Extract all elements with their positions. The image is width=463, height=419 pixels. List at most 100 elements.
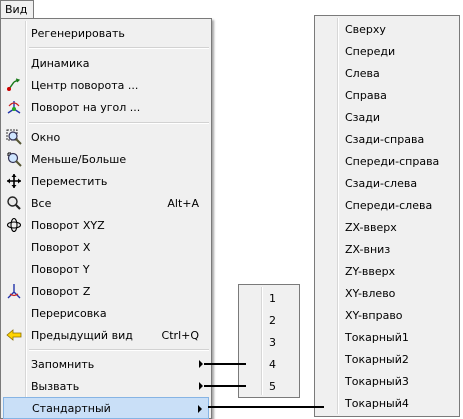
view-item-zy-up[interactable]: ZY-вверх [317,260,457,282]
view-item-back-left[interactable]: Сзади-слева [317,172,457,194]
menu-item-label: Поворот Y [31,262,90,276]
view-item-label: XY-вправо [345,308,403,322]
view-item-label: Слева [345,66,380,80]
menu-item-label: Переместить [31,174,108,188]
zoom-all-icon [7,196,21,210]
view-menu: Регенерировать Динамика Центр поворота .… [0,18,212,419]
menu-item-label: Регенерировать [31,26,125,40]
zoom-in-out-icon [7,152,22,167]
menu-separator [29,47,209,49]
menubar-view-label: Вид [5,3,28,16]
menu-item-rotate-y[interactable]: Поворот Y [3,258,209,280]
view-item-label: Спереди-слева [345,198,433,212]
slot-item-5[interactable]: 5 [241,375,297,397]
center-rotation-icon [7,78,21,91]
menu-item-redraw[interactable]: Перерисовка [3,302,209,324]
view-item-label: ZX-вниз [345,242,391,256]
menu-item-label: Динамика [31,56,90,70]
slot-item-label: 2 [269,313,276,327]
connector-line-standard [208,406,324,408]
previous-view-arrow-icon [6,329,22,341]
menu-item-shortcut: Alt+A [167,196,199,210]
pan-move-icon [7,174,21,188]
menu-item-label: Запомнить [31,357,95,371]
menu-separator [29,349,209,351]
menu-item-zoom-in-out[interactable]: Меньше/Больше [3,148,209,170]
menu-item-rotate-x[interactable]: Поворот X [3,236,209,258]
rotate-angle-icon [7,101,21,114]
view-item-top[interactable]: Сверху [317,18,457,40]
view-item-zx-down[interactable]: ZX-вниз [317,238,457,260]
slot-item-4[interactable]: 4 [241,353,297,375]
slot-item-2[interactable]: 2 [241,309,297,331]
view-item-label: Токарный1 [345,330,409,344]
view-item-label: Токарный3 [345,374,409,388]
menu-item-label: Предыдущий вид [31,328,133,342]
view-item-label: Сзади-справа [345,132,425,146]
menu-item-rotate-z[interactable]: Поворот Z [3,280,209,302]
view-item-label: Спереди [345,44,396,58]
menu-item-pan[interactable]: Переместить [3,170,209,192]
view-item-label: Справа [345,88,387,102]
view-item-front-right[interactable]: Спереди-справа [317,150,457,172]
slots-submenu: 1 2 3 4 5 [238,284,300,398]
slot-item-3[interactable]: 3 [241,331,297,353]
menu-item-label: Окно [31,130,61,144]
slot-item-1[interactable]: 1 [241,287,297,309]
view-item-back-right[interactable]: Сзади-справа [317,128,457,150]
menu-item-label: Меньше/Больше [31,152,127,166]
view-item-label: XY-влево [345,286,396,300]
connector-line-remember [204,363,246,365]
menu-item-label: Поворот Z [31,284,91,298]
menu-item-remember[interactable]: Запомнить [3,353,209,375]
view-item-lathe-1[interactable]: Токарный1 [317,326,457,348]
view-item-label: ZX-вверх [345,220,397,234]
slot-item-label: 1 [269,291,276,305]
view-item-label: ZY-вверх [345,264,396,278]
view-item-front-left[interactable]: Спереди-слева [317,194,457,216]
slot-item-label: 3 [269,335,276,349]
menu-item-regenerate[interactable]: Регенерировать [3,22,209,44]
menu-item-label: Перерисовка [31,306,107,320]
menu-item-rotate-angle[interactable]: Поворот на угол ... [3,96,209,118]
menu-item-dynamics[interactable]: Динамика [3,52,209,74]
view-item-lathe-3[interactable]: Токарный3 [317,370,457,392]
menubar-view[interactable]: Вид [0,0,34,18]
menu-item-label: Поворот X [31,240,91,254]
standard-views-submenu: Сверху Спереди Слева Справа Сзади Сзади-… [314,15,460,417]
menu-item-previous-view[interactable]: Предыдущий вид Ctrl+Q [3,324,209,346]
menu-item-label: Стандартный [32,401,111,415]
view-item-label: Токарный2 [345,352,409,366]
view-item-xy-left[interactable]: XY-влево [317,282,457,304]
menu-item-recall[interactable]: Вызвать [3,375,209,397]
rotate-xyz-icon [6,217,22,233]
view-item-lathe-2[interactable]: Токарный2 [317,348,457,370]
view-item-lathe-4[interactable]: Токарный4 [317,392,457,414]
menu-item-rotate-xyz[interactable]: Поворот XYZ [3,214,209,236]
submenu-arrow-icon [198,405,202,413]
view-item-label: Спереди-справа [345,154,440,168]
view-item-front[interactable]: Спереди [317,40,457,62]
menu-item-shortcut: Ctrl+Q [161,328,199,342]
view-item-label: Сзади-слева [345,176,418,190]
menu-item-label: Центр поворота ... [31,78,139,92]
slot-item-label: 4 [269,357,276,371]
submenu-arrow-icon [199,382,203,390]
connector-line-recall [204,385,246,387]
menu-separator [29,122,209,124]
view-item-xy-right[interactable]: XY-вправо [317,304,457,326]
menu-item-standard[interactable]: Стандартный [3,397,209,419]
menu-item-label: Поворот XYZ [31,218,105,232]
zoom-window-icon [6,129,22,145]
slot-item-label: 5 [269,379,276,393]
menu-item-center-rotation[interactable]: Центр поворота ... [3,74,209,96]
view-item-left[interactable]: Слева [317,62,457,84]
view-item-back[interactable]: Сзади [317,106,457,128]
view-item-label: Сверху [345,22,386,36]
view-item-right[interactable]: Справа [317,84,457,106]
view-item-label: Токарный4 [345,396,409,410]
menu-item-window[interactable]: Окно [3,126,209,148]
menu-item-zoom-all[interactable]: Все Alt+A [3,192,209,214]
view-item-label: Сзади [345,110,381,124]
view-item-zx-up[interactable]: ZX-вверх [317,216,457,238]
